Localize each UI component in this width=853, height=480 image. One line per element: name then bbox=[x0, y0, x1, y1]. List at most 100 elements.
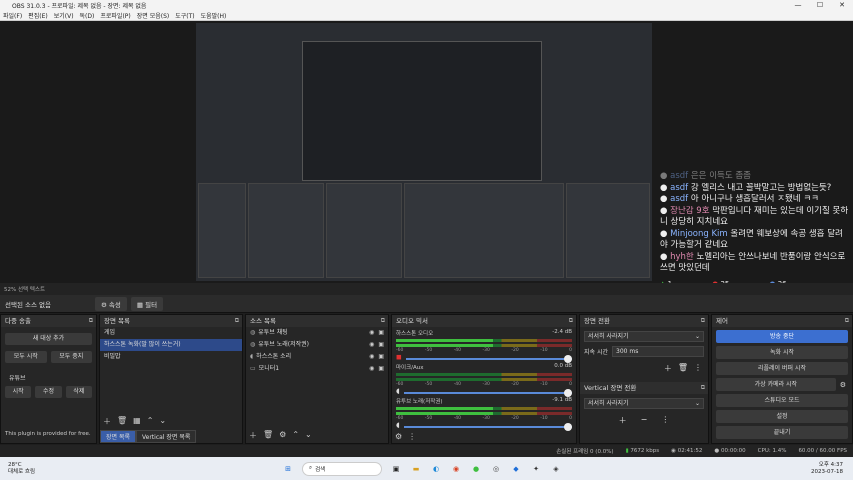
start-all-button[interactable]: 모두 시작 bbox=[5, 351, 47, 363]
source-item[interactable]: ◍ 유투브 채팅 ◉ ▣ bbox=[246, 327, 388, 339]
dock-float-icon[interactable]: ⧉ bbox=[701, 315, 708, 327]
maximize-button[interactable]: ☐ bbox=[809, 1, 831, 9]
more-icon[interactable]: ⋮ bbox=[408, 432, 416, 441]
app-icon[interactable]: ✦ bbox=[530, 463, 542, 475]
add-icon[interactable]: ＋ bbox=[103, 416, 111, 427]
trash-icon[interactable]: 🗑 bbox=[678, 363, 688, 374]
windows-start-icon[interactable]: ⊞ bbox=[282, 463, 294, 475]
more-icon[interactable]: ⋮ bbox=[661, 415, 669, 426]
volume-slider[interactable] bbox=[405, 354, 572, 363]
eye-icon[interactable]: ◉ bbox=[369, 339, 374, 351]
start-record-button[interactable]: 녹화 시작 bbox=[716, 346, 848, 359]
menu-docks[interactable]: 독(D) bbox=[77, 11, 98, 20]
dock-float-icon[interactable]: ⧉ bbox=[235, 315, 242, 327]
menu-view[interactable]: 보기(V) bbox=[51, 11, 77, 20]
file-explorer-icon[interactable]: ▬ bbox=[410, 463, 422, 475]
tab-scene-list[interactable]: 장면 목록 bbox=[100, 430, 136, 443]
lock-icon[interactable]: ▣ bbox=[378, 339, 384, 351]
minimize-button[interactable]: — bbox=[787, 1, 809, 9]
add-icon[interactable]: ＋ bbox=[249, 430, 257, 441]
start-target-button[interactable]: 시작 bbox=[5, 386, 32, 398]
menu-tools[interactable]: 도구(T) bbox=[172, 11, 197, 20]
speaker-icon[interactable]: ◖ bbox=[396, 387, 400, 395]
studio-mode-button[interactable]: 스튜디오 모드 bbox=[716, 394, 848, 407]
tab-vertical-scene-list[interactable]: Vertical 장면 목록 bbox=[136, 430, 197, 443]
chevron-up-icon[interactable]: ⌃ bbox=[147, 416, 154, 427]
chevron-down-icon[interactable]: ⌄ bbox=[305, 430, 312, 441]
gear-icon[interactable]: ⚙ bbox=[395, 432, 402, 441]
volume-slider[interactable] bbox=[403, 388, 572, 397]
dock-float-icon[interactable]: ⧉ bbox=[381, 315, 388, 327]
dock-float-icon[interactable]: ⧉ bbox=[845, 315, 852, 327]
minus-icon[interactable]: − bbox=[641, 415, 648, 426]
gear-icon[interactable]: ⚙ bbox=[279, 430, 286, 441]
exit-button[interactable]: 끝내기 bbox=[716, 426, 848, 439]
dock-float-icon[interactable]: ⧉ bbox=[701, 382, 708, 394]
menu-edit[interactable]: 편집(E) bbox=[25, 11, 51, 20]
properties-button[interactable]: ⚙ 속성 bbox=[95, 296, 127, 311]
menu-help[interactable]: 도움말(H) bbox=[198, 11, 230, 20]
trash-icon[interactable]: 🗑 bbox=[263, 430, 273, 441]
system-clock[interactable]: 오후 4:37 2023-07-18 bbox=[811, 462, 843, 476]
dock-float-icon[interactable]: ⧉ bbox=[89, 315, 96, 327]
eye-icon[interactable]: ◉ bbox=[369, 351, 374, 363]
close-button[interactable]: ✕ bbox=[831, 1, 853, 9]
lock-icon[interactable]: ▣ bbox=[378, 363, 384, 375]
chevron-down-icon[interactable]: ⌄ bbox=[159, 416, 166, 427]
filter-icon[interactable]: ▦ bbox=[133, 416, 141, 427]
app-icon[interactable]: ◆ bbox=[510, 463, 522, 475]
filters-button[interactable]: ▦ 필터 bbox=[130, 296, 164, 311]
source-item[interactable]: ▭ 모니터1 ◉ ▣ bbox=[246, 363, 388, 375]
more-icon[interactable]: ⋮ bbox=[694, 363, 702, 374]
edit-target-button[interactable]: 수정 bbox=[35, 386, 62, 398]
mute-icon[interactable]: ◼ bbox=[396, 353, 402, 361]
chat-icon: ● bbox=[660, 171, 671, 181]
source-item[interactable]: ◖ 하스스톤 소리 ◉ ▣ bbox=[246, 351, 388, 363]
controls-dock: 제어 ⧉ 방송 중단 녹화 시작 리플레이 버퍼 시작 가상 카메라 시작 ⚙ 스… bbox=[711, 314, 853, 444]
menu-profile[interactable]: 프로파일(P) bbox=[97, 11, 133, 20]
volume-slider[interactable] bbox=[403, 422, 572, 431]
app-icon[interactable]: ● bbox=[470, 463, 482, 475]
scene-item[interactable]: 하스스톤 녹화(말 많이 쓰는거) bbox=[100, 339, 242, 351]
volume-meter bbox=[396, 339, 572, 342]
edge-icon[interactable]: ◐ bbox=[430, 463, 442, 475]
delete-target-button[interactable]: 삭제 bbox=[65, 386, 92, 398]
obs-icon[interactable]: ◎ bbox=[490, 463, 502, 475]
gear-icon[interactable]: ⚙ bbox=[840, 381, 846, 389]
app-icon[interactable]: ◈ bbox=[550, 463, 562, 475]
add-icon[interactable]: ＋ bbox=[619, 415, 627, 426]
transitions-dock: 장면 전환 ⧉ 서서히 사라지기 ⌄ 지속 시간 300 ms ＋ 🗑 ⋮ Vertic… bbox=[579, 314, 709, 444]
preview-area[interactable]: ● asdf 은은 이득도 좀좀 ● asdf 강 엘리스 내고 꼴박말고는 방… bbox=[0, 21, 853, 288]
transition-select[interactable]: 서서히 사라지기 ⌄ bbox=[584, 331, 704, 342]
menu-scene-collection[interactable]: 장면 모음(S) bbox=[134, 11, 172, 20]
taskbar-search[interactable]: ⌕ 검색 bbox=[302, 461, 382, 476]
replay-buffer-button[interactable]: 리플레이 버퍼 시작 bbox=[716, 362, 848, 375]
speaker-icon[interactable]: ◖ bbox=[396, 421, 400, 429]
lock-icon[interactable]: ▣ bbox=[378, 351, 384, 363]
dock-header: Vertical 장면 전환 ⧉ bbox=[580, 382, 708, 394]
vertical-transition-select[interactable]: 서서히 사라지기 ⌄ bbox=[584, 398, 704, 409]
menu-file[interactable]: 파일(F) bbox=[0, 11, 25, 20]
volume-meter bbox=[396, 344, 572, 347]
scene-item[interactable]: 게임 bbox=[100, 327, 242, 339]
stop-stream-button[interactable]: 방송 중단 bbox=[716, 330, 848, 343]
add-icon[interactable]: ＋ bbox=[664, 363, 672, 374]
settings-button[interactable]: 설정 bbox=[716, 410, 848, 423]
lock-icon[interactable]: ▣ bbox=[378, 327, 384, 339]
virtual-camera-button[interactable]: 가상 카메라 시작 bbox=[716, 378, 836, 391]
preview-canvas[interactable] bbox=[196, 23, 652, 281]
volume-meter bbox=[396, 407, 572, 410]
stop-all-button[interactable]: 모두 중지 bbox=[50, 351, 92, 363]
eye-icon[interactable]: ◉ bbox=[369, 363, 374, 375]
add-target-button[interactable]: 새 대상 추가 bbox=[5, 333, 92, 345]
eye-icon[interactable]: ◉ bbox=[369, 327, 374, 339]
source-item[interactable]: ◍ 유투브 노래(저작권) ◉ ▣ bbox=[246, 339, 388, 351]
chrome-icon[interactable]: ◉ bbox=[450, 463, 462, 475]
dock-float-icon[interactable]: ⧉ bbox=[569, 315, 576, 327]
duration-input[interactable]: 300 ms bbox=[612, 346, 704, 357]
weather-widget[interactable]: 28°C 대체로 흐림 bbox=[8, 462, 35, 476]
chevron-up-icon[interactable]: ⌃ bbox=[292, 430, 299, 441]
task-view-icon[interactable]: ▣ bbox=[390, 463, 402, 475]
trash-icon[interactable]: 🗑 bbox=[117, 416, 127, 427]
scene-item[interactable]: 비밀밥 bbox=[100, 351, 242, 363]
